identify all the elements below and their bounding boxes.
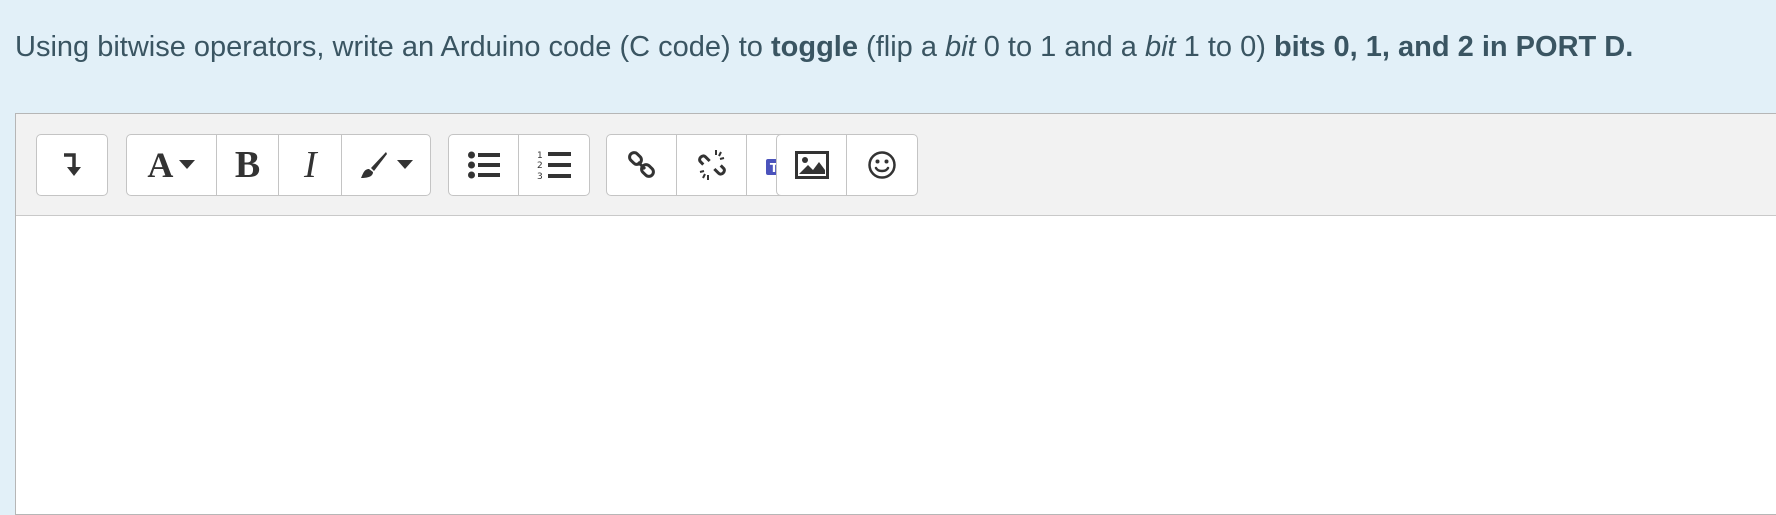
unordered-list-button[interactable]	[449, 135, 519, 195]
italic-icon: I	[304, 144, 317, 186]
unlink-button[interactable]	[677, 135, 747, 195]
toolbar-toggle-icon	[61, 152, 83, 178]
toolbar-group-format: A B I	[126, 134, 431, 196]
font-icon: A	[147, 144, 196, 186]
toolbar-group-toggle	[36, 134, 108, 196]
svg-text:3: 3	[537, 172, 543, 181]
insert-image-button[interactable]	[777, 135, 847, 195]
question-bold-toggle: toggle	[770, 31, 858, 63]
emoji-icon	[867, 150, 897, 180]
rich-text-editor: A B I 1 2 3 T	[15, 113, 1776, 515]
toolbar-group-media	[776, 134, 918, 196]
ordered-list-icon: 1 2 3	[537, 149, 571, 181]
font-style-button[interactable]: A	[127, 135, 217, 195]
question-bold-target: bits 0, 1, and 2 in PORT D.	[1273, 31, 1634, 63]
svg-text:2: 2	[537, 161, 543, 171]
editor-toolbar: A B I 1 2 3 T	[16, 114, 1776, 216]
link-button[interactable]	[607, 135, 677, 195]
paintbrush-icon	[359, 150, 414, 180]
question-italic-bit: bit	[1144, 31, 1176, 63]
emoji-button[interactable]	[847, 135, 917, 195]
ordered-list-button[interactable]: 1 2 3	[519, 135, 589, 195]
show-more-buttons-button[interactable]	[37, 135, 107, 195]
font-label: A	[147, 145, 174, 185]
bold-button[interactable]: B	[217, 135, 280, 195]
question-part: 1 to 0)	[1175, 31, 1274, 63]
question-part: 0 to 1 and a	[975, 31, 1145, 63]
toolbar-group-lists: 1 2 3	[448, 134, 590, 196]
image-icon	[794, 151, 829, 179]
question-text: Using bitwise operators, write an Arduin…	[15, 27, 1633, 67]
question-italic-bit: bit	[945, 31, 976, 63]
question-part: Using bitwise operators, write an Arduin…	[15, 31, 771, 63]
bold-icon: B	[234, 144, 261, 186]
editor-content-area[interactable]	[16, 216, 1776, 514]
question-part: (flip a	[857, 31, 946, 63]
unlink-icon	[696, 149, 728, 181]
text-color-button[interactable]	[342, 135, 430, 195]
italic-button[interactable]: I	[279, 135, 343, 195]
svg-text:1: 1	[537, 151, 543, 161]
unordered-list-icon	[467, 151, 500, 179]
link-icon	[627, 150, 657, 180]
